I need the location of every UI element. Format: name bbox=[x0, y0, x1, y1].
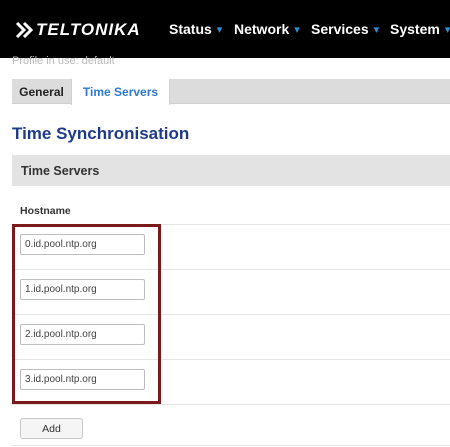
table-row bbox=[12, 315, 450, 360]
nav-status[interactable]: Status ▾ bbox=[169, 21, 222, 37]
hostname-input[interactable] bbox=[20, 369, 145, 390]
nav-network-label: Network bbox=[234, 21, 290, 37]
chevron-down-icon: ▾ bbox=[444, 23, 450, 36]
hostname-input[interactable] bbox=[20, 279, 145, 300]
page-title: Time Synchronisation bbox=[12, 124, 190, 143]
nav-network[interactable]: Network ▾ bbox=[234, 21, 300, 37]
section-header: Time Servers bbox=[12, 155, 450, 186]
teltonika-logo-icon bbox=[15, 21, 34, 39]
brand-name: TELTONIKA bbox=[36, 20, 141, 39]
tab-general-label: General bbox=[19, 84, 64, 99]
hostname-input[interactable] bbox=[20, 234, 145, 255]
table-row bbox=[12, 270, 450, 315]
chevron-down-icon: ▾ bbox=[294, 23, 300, 36]
hostname-input[interactable] bbox=[20, 324, 145, 345]
top-navbar: TELTONIKA Status ▾ Network ▾ Services ▾ … bbox=[0, 0, 450, 58]
tab-bar: General Time Servers bbox=[12, 79, 450, 105]
table-row bbox=[12, 225, 450, 270]
table-row bbox=[12, 360, 450, 405]
chevron-down-icon: ▾ bbox=[373, 23, 380, 36]
nav-system[interactable]: System ▾ bbox=[390, 21, 450, 37]
profile-indicator: Profile in use: default bbox=[12, 55, 115, 67]
add-button[interactable]: Add bbox=[20, 418, 83, 439]
tab-general[interactable]: General bbox=[12, 79, 71, 104]
nav-services-label: Services bbox=[311, 21, 369, 37]
chevron-down-icon: ▾ bbox=[216, 23, 223, 36]
brand-logo[interactable]: TELTONIKA bbox=[14, 19, 141, 41]
nav-services[interactable]: Services ▾ bbox=[311, 21, 379, 37]
tab-time-servers[interactable]: Time Servers bbox=[71, 79, 170, 105]
tab-time-servers-label: Time Servers bbox=[82, 85, 159, 99]
nav-status-label: Status bbox=[169, 21, 212, 37]
column-header-hostname: Hostname bbox=[12, 198, 450, 225]
divider bbox=[12, 445, 450, 446]
nav-system-label: System bbox=[390, 21, 440, 37]
